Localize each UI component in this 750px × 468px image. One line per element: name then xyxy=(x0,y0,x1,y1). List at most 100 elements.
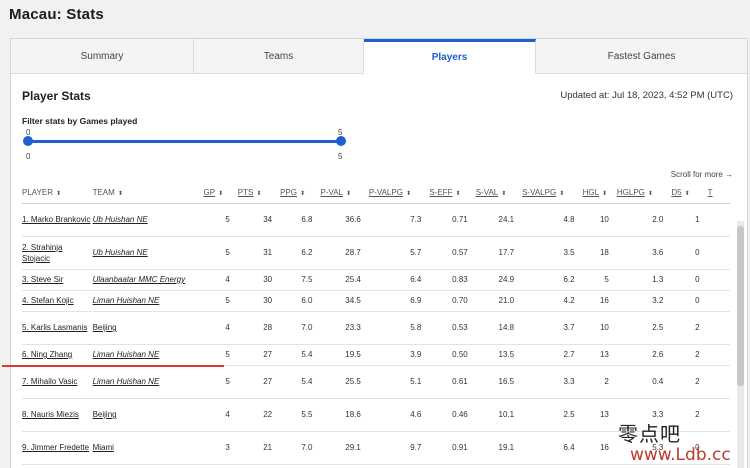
sort-icon: ⬍ xyxy=(256,190,262,197)
cell-sval: 19.1 xyxy=(475,431,523,465)
cell-hglpg: 2.0 xyxy=(616,203,672,237)
player-link[interactable]: 4. Stefan Kojic xyxy=(22,295,74,306)
table-row: 4. Stefan Kojic Liman Huishan NE 5 30 6.… xyxy=(22,290,730,312)
col-header-hglpg[interactable]: HGLPG ⬍ xyxy=(616,182,672,204)
table-scrollbar[interactable] xyxy=(737,221,744,468)
team-link[interactable]: Ub Huishan NE xyxy=(93,215,148,224)
sort-icon: ⬍ xyxy=(117,190,123,197)
col-header-ppg[interactable]: PPG ⬍ xyxy=(280,182,321,204)
slider-range-min-label: 0 xyxy=(26,152,31,161)
player-link[interactable]: 6. Ning Zhang xyxy=(22,349,72,360)
cell-d5: 2 xyxy=(671,344,708,366)
cell-hgl: 10 xyxy=(582,203,617,237)
tab-bar: Summary Teams Players Fastest Games xyxy=(11,39,747,74)
col-header-seff[interactable]: S-EFF ⬍ xyxy=(429,182,476,204)
sort-icon: ⬍ xyxy=(501,190,507,197)
cell-pvalpg: 5.1 xyxy=(368,365,430,399)
cell-pvalpg: 3.9 xyxy=(368,344,430,366)
tab-players[interactable]: Players xyxy=(364,39,536,74)
cell-pts: 22 xyxy=(237,398,281,432)
cell-svalpg: 3.7 xyxy=(522,311,583,345)
cell-d5: 2 xyxy=(671,311,708,345)
cell-hglpg: 1.3 xyxy=(616,269,672,291)
player-link[interactable]: 2. Strahinja Stojacic xyxy=(22,242,93,264)
col-header-t[interactable]: T xyxy=(707,182,730,204)
cell-sval: 14.8 xyxy=(475,311,523,345)
col-header-pvalpg[interactable]: P-VALPG ⬍ xyxy=(368,182,430,204)
slider-min-handle[interactable] xyxy=(23,136,33,146)
cell-sval: 10.1 xyxy=(475,398,523,432)
team-link[interactable]: Miami xyxy=(93,443,114,452)
sort-icon: ⬍ xyxy=(647,190,653,197)
col-header-pts[interactable]: PTS ⬍ xyxy=(237,182,281,204)
player-link[interactable]: 3. Steve Sir xyxy=(22,274,63,285)
cell-seff: 0.71 xyxy=(429,203,476,237)
cell-hglpg: 0.4 xyxy=(616,365,672,399)
player-link[interactable]: 9. Jimmer Fredette xyxy=(22,442,89,453)
cell-seff: 0.46 xyxy=(429,398,476,432)
col-header-gp[interactable]: GP ⬍ xyxy=(203,182,238,204)
cell-hgl: 2 xyxy=(582,365,617,399)
cell-hglpg: 3.2 xyxy=(616,290,672,312)
player-link[interactable]: 7. Mihailo Vasic xyxy=(22,376,77,387)
cell-ppg: 7.0 xyxy=(280,311,321,345)
sort-icon: ⬍ xyxy=(218,190,224,197)
cell-sval: 21.0 xyxy=(475,290,523,312)
watermark-text: 零点吧 xyxy=(618,422,681,446)
cell-ppg: 6.8 xyxy=(280,203,321,237)
cell-d5: 0 xyxy=(671,269,708,291)
cell-gp: 4 xyxy=(203,398,238,432)
cell-pvalpg: 7.3 xyxy=(368,203,430,237)
col-header-team[interactable]: TEAM ⬍ xyxy=(92,182,204,204)
sort-icon: ⬍ xyxy=(300,190,306,197)
col-header-hgl[interactable]: HGL ⬍ xyxy=(582,182,617,204)
team-link[interactable]: Liman Huishan NE xyxy=(93,377,160,386)
cell-seff: 0.61 xyxy=(429,365,476,399)
cell-pval: 28.7 xyxy=(320,236,369,270)
cell-hgl: 16 xyxy=(582,431,617,465)
sort-icon: ⬍ xyxy=(684,190,690,197)
col-header-pval[interactable]: P-VAL ⬍ xyxy=(320,182,369,204)
col-header-svalpg[interactable]: S-VALPG ⬍ xyxy=(522,182,583,204)
cell-pvalpg: 5.7 xyxy=(368,236,430,270)
slider-max-handle[interactable] xyxy=(336,136,346,146)
col-header-player[interactable]: PLAYER ⬍ xyxy=(22,182,93,204)
cell-svalpg: 2.5 xyxy=(522,398,583,432)
cell-sval: 17.7 xyxy=(475,236,523,270)
stats-panel: Summary Teams Players Fastest Games Play… xyxy=(10,38,748,468)
cell-hgl: 16 xyxy=(582,290,617,312)
cell-hglpg: 3.6 xyxy=(616,236,672,270)
sort-icon: ⬍ xyxy=(455,190,461,197)
cell-gp: 5 xyxy=(203,365,238,399)
cell-pts: 30 xyxy=(237,290,281,312)
cell-gp: 5 xyxy=(203,290,238,312)
cell-ppg: 5.5 xyxy=(280,398,321,432)
team-link[interactable]: Ub Huishan NE xyxy=(93,248,148,257)
cell-gp: 3 xyxy=(203,431,238,465)
team-link[interactable]: Ulaanbaatar MMC Energy xyxy=(93,275,185,284)
cell-seff: 0.91 xyxy=(429,431,476,465)
player-link[interactable]: 5. Karlis Lasmanis xyxy=(22,322,87,333)
tab-fastest-games[interactable]: Fastest Games xyxy=(536,39,747,74)
team-link[interactable]: Beijing xyxy=(93,410,117,419)
cell-hglpg: 2.5 xyxy=(616,311,672,345)
player-link[interactable]: 8. Nauris Miezis xyxy=(22,409,79,420)
cell-hgl: 13 xyxy=(582,398,617,432)
cell-svalpg: 4.2 xyxy=(522,290,583,312)
col-header-sval[interactable]: S-VAL ⬍ xyxy=(475,182,523,204)
games-played-slider[interactable] xyxy=(27,140,341,143)
cell-hglpg: 2.6 xyxy=(616,344,672,366)
player-link[interactable]: 1. Marko Brankovic xyxy=(22,214,90,225)
sort-icon: ⬍ xyxy=(55,190,62,197)
tab-teams[interactable]: Teams xyxy=(194,39,364,74)
cell-pval: 36.6 xyxy=(320,203,369,237)
scrollbar-thumb[interactable] xyxy=(737,226,744,386)
team-link[interactable]: Liman Huishan NE xyxy=(93,296,160,305)
team-link[interactable]: Beijing xyxy=(93,323,117,332)
table-row: 7. Mihailo Vasic Liman Huishan NE 5 27 5… xyxy=(22,365,730,399)
tab-summary[interactable]: Summary xyxy=(11,39,194,74)
team-link[interactable]: Liman Huishan NE xyxy=(93,350,160,359)
cell-pts: 28 xyxy=(237,311,281,345)
col-header-d5[interactable]: D5 ⬍ xyxy=(671,182,708,204)
sort-icon: ⬍ xyxy=(602,190,608,197)
